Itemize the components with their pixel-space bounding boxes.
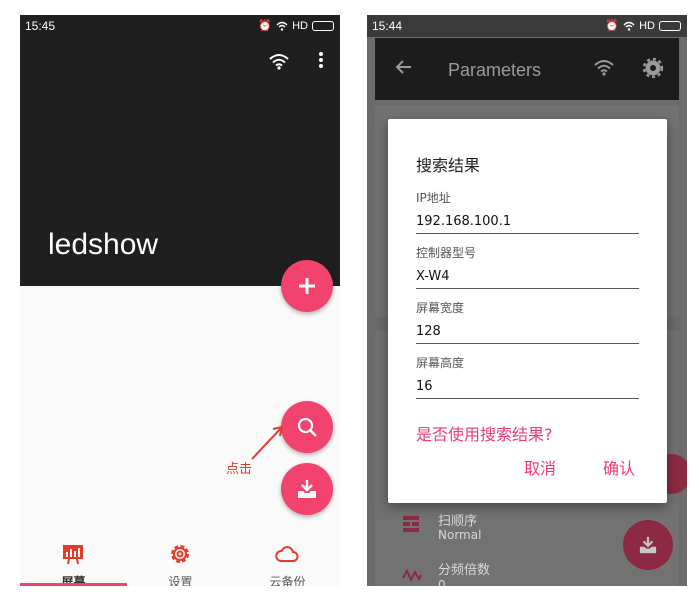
- toolbar-title: Parameters: [448, 60, 542, 80]
- nav-label-cloud-backup: 云备份: [269, 575, 306, 586]
- active-tab-indicator: [20, 583, 127, 586]
- nav-item-screen[interactable]: 屏幕: [20, 527, 127, 586]
- screen-chart-icon: [63, 545, 83, 565]
- pointer-arrow: [251, 426, 283, 460]
- nav-item-settings[interactable]: 设置: [127, 527, 234, 586]
- controller-model-field[interactable]: [416, 265, 639, 289]
- cancel-button[interactable]: 取消: [524, 455, 556, 479]
- left-phone-screen: 15:45 ⏰ HD ledshow 点击 屏幕 设置 云备份: [20, 15, 340, 586]
- wifi-status-icon: [623, 21, 635, 31]
- frequency-wave-icon: [402, 568, 422, 582]
- gear-icon: [171, 545, 189, 563]
- scan-order-icon: [403, 516, 419, 532]
- frequency-label: 分频倍数: [438, 563, 491, 578]
- back-arrow-icon[interactable]: [395, 58, 413, 76]
- download-button-dimmed: [623, 520, 673, 570]
- screen-height-field[interactable]: [416, 375, 639, 399]
- network-label: HD: [639, 19, 655, 32]
- bottom-navigation: 屏幕 设置 云备份: [20, 527, 340, 586]
- toolbar: Parameters: [375, 38, 679, 100]
- screen-width-field[interactable]: [416, 320, 639, 344]
- click-hint: 点击: [226, 462, 253, 477]
- controller-model-label: 控制器型号: [416, 246, 477, 260]
- status-time: 15:44: [372, 19, 403, 33]
- ip-address-field[interactable]: [416, 210, 639, 234]
- cloud-icon: [275, 546, 299, 562]
- alarm-icon: ⏰: [605, 20, 620, 32]
- screen-width-label: 屏幕宽度: [416, 301, 465, 315]
- wifi-icon[interactable]: [593, 58, 615, 76]
- screen-height-label: 屏幕高度: [416, 356, 465, 370]
- nav-item-cloud-backup[interactable]: 云备份: [234, 527, 340, 586]
- download-icon: [639, 536, 657, 554]
- ip-address-label: IP地址: [416, 191, 451, 205]
- status-icons: ⏰ HD: [605, 19, 681, 32]
- search-result-dialog: 搜索结果 IP地址 控制器型号 屏幕宽度 屏幕高度 是否使用搜索结果? 取消 确…: [388, 119, 667, 503]
- nav-label-settings: 设置: [168, 575, 193, 586]
- confirm-button[interactable]: 确认: [603, 455, 635, 479]
- scan-order-value: Normal: [438, 528, 482, 542]
- dialog-title: 搜索结果: [416, 156, 481, 175]
- status-bar: 15:44 ⏰ HD: [367, 15, 687, 37]
- right-phone-screen: 15:44 ⏰ HD Parameters 扫顺序 Normal 分频倍数 0: [367, 15, 687, 586]
- frequency-value: 0: [438, 578, 446, 586]
- battery-icon: [659, 20, 681, 31]
- use-result-question: 是否使用搜索结果?: [416, 425, 553, 444]
- scan-order-label: 扫顺序: [438, 514, 478, 529]
- settings-gear-icon[interactable]: [643, 58, 663, 78]
